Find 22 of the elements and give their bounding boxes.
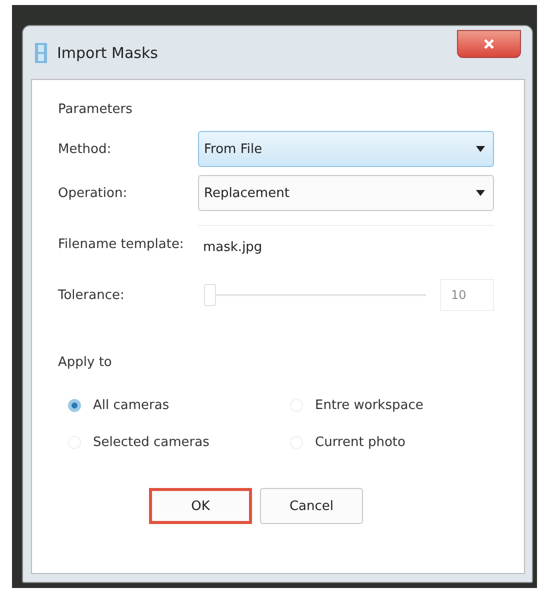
radio-button[interactable] (68, 399, 81, 412)
window-title: Import Masks (57, 44, 158, 62)
method-dropdown[interactable]: From File (198, 131, 494, 167)
ok-button[interactable]: OK (149, 488, 252, 524)
field-label: Tolerance: (58, 288, 126, 302)
radio-label[interactable]: Selected cameras (93, 435, 210, 450)
film-icon (35, 42, 47, 62)
section-heading: Parameters (58, 102, 134, 117)
cancel-button[interactable]: Cancel (260, 488, 363, 524)
radio-label[interactable]: Current photo (315, 435, 406, 450)
field-label: Operation: (58, 186, 128, 200)
close-icon (483, 38, 495, 50)
section-heading: Apply to (58, 355, 113, 370)
dropdown-arrow-icon (476, 190, 485, 196)
field-label: Filename template: (58, 236, 185, 252)
dropdown-arrow-icon (476, 146, 485, 152)
radio-label[interactable]: Entre workspace (315, 398, 424, 413)
radio-label[interactable]: All cameras (93, 398, 170, 413)
operation-dropdown[interactable]: Replacement (198, 175, 494, 211)
close-button[interactable] (457, 30, 521, 58)
filename-value: mask.jpg (198, 225, 494, 269)
field-label: Method: (58, 142, 112, 156)
